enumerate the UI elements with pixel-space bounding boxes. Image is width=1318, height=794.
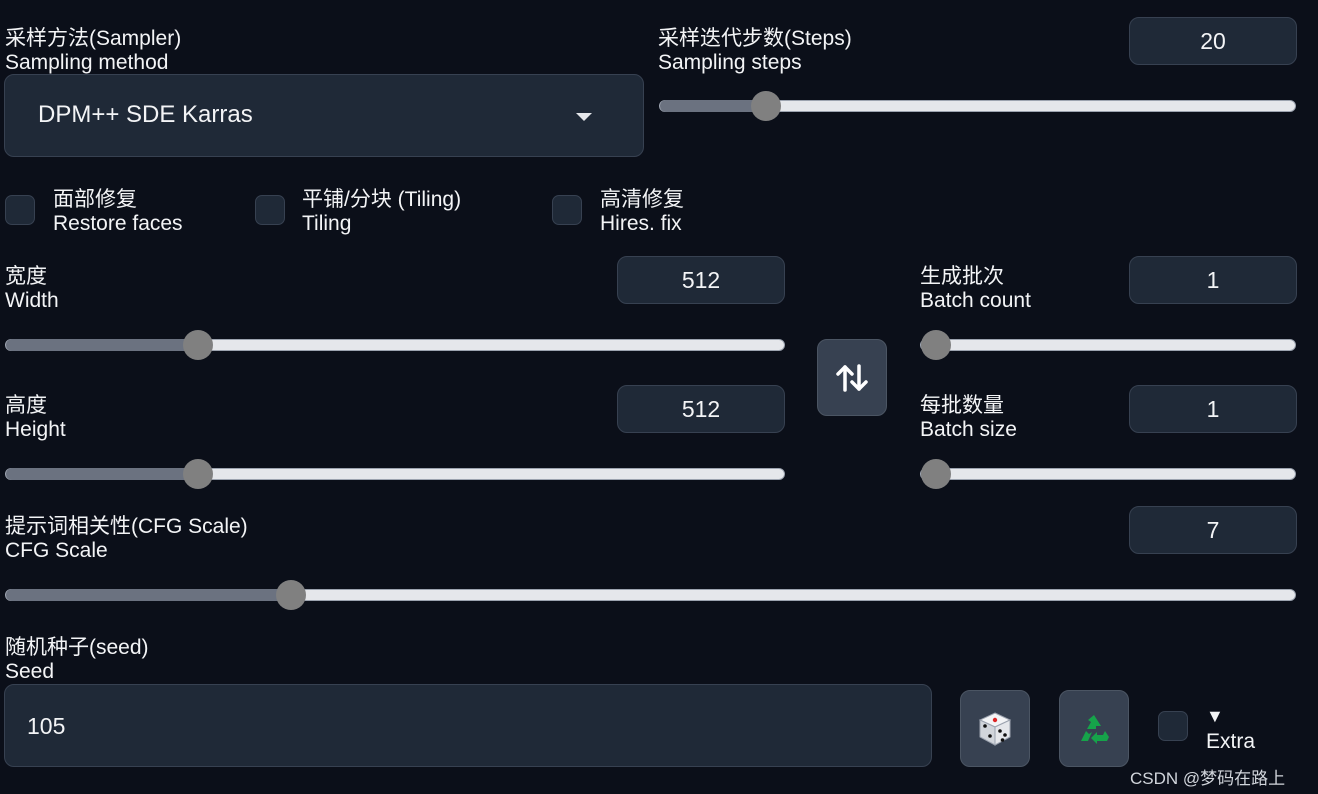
chevron-down-icon bbox=[576, 113, 592, 121]
batch-count-label-zh: 生成批次 bbox=[920, 265, 1004, 288]
hires-fix-label-zh: 高清修复 bbox=[600, 188, 684, 211]
swap-dimensions-button[interactable] bbox=[817, 339, 887, 416]
width-label-en: Width bbox=[5, 289, 59, 312]
seed-label-en: Seed bbox=[5, 660, 55, 683]
steps-slider[interactable] bbox=[659, 91, 1296, 121]
seed-input[interactable]: 105 bbox=[4, 684, 932, 767]
hires-fix-checkbox[interactable] bbox=[552, 195, 582, 225]
swap-arrows-icon bbox=[836, 363, 868, 392]
width-slider[interactable] bbox=[5, 330, 785, 360]
random-seed-button[interactable] bbox=[960, 690, 1030, 767]
width-slider-thumb[interactable] bbox=[183, 330, 213, 360]
cfg-slider-fill bbox=[6, 589, 291, 601]
restore-faces-label-en: Restore faces bbox=[53, 212, 183, 235]
dice-icon bbox=[978, 711, 1012, 746]
height-slider[interactable] bbox=[5, 459, 785, 489]
width-slider-fill bbox=[6, 339, 198, 351]
height-slider-thumb[interactable] bbox=[183, 459, 213, 489]
seed-value: 105 bbox=[27, 713, 66, 739]
extra-checkbox[interactable] bbox=[1158, 711, 1188, 741]
tiling-label-zh: 平铺/分块 (Tiling) bbox=[302, 188, 462, 211]
batch-size-label-zh: 每批数量 bbox=[920, 394, 1004, 417]
restore-faces-label-zh: 面部修复 bbox=[53, 188, 137, 211]
steps-label-en: Sampling steps bbox=[658, 51, 802, 74]
cfg-label-zh: 提示词相关性(CFG Scale) bbox=[5, 515, 248, 538]
tiling-label-en: Tiling bbox=[302, 212, 352, 235]
cfg-number-input[interactable]: 7 bbox=[1129, 506, 1297, 554]
reuse-seed-button[interactable] bbox=[1059, 690, 1129, 767]
height-number-input[interactable]: 512 bbox=[617, 385, 785, 433]
batch-count-label-en: Batch count bbox=[920, 289, 1031, 312]
extra-arrow-icon[interactable]: ▼ bbox=[1206, 706, 1224, 727]
steps-label-zh: 采样迭代步数(Steps) bbox=[658, 27, 852, 50]
batch-size-slider-thumb[interactable] bbox=[921, 459, 951, 489]
batch-count-slider[interactable] bbox=[920, 330, 1296, 360]
restore-faces-checkbox[interactable] bbox=[5, 195, 35, 225]
watermark: CSDN @梦码在路上 bbox=[1130, 769, 1286, 788]
batch-size-number-input[interactable]: 1 bbox=[1129, 385, 1297, 433]
seed-label-zh: 随机种子(seed) bbox=[5, 636, 149, 659]
tiling-checkbox[interactable] bbox=[255, 195, 285, 225]
height-label-en: Height bbox=[5, 418, 66, 441]
batch-size-label-en: Batch size bbox=[920, 418, 1017, 441]
extra-label[interactable]: Extra bbox=[1206, 730, 1255, 754]
batch-count-number-input[interactable]: 1 bbox=[1129, 256, 1297, 304]
height-label-zh: 高度 bbox=[5, 394, 47, 417]
steps-slider-thumb[interactable] bbox=[751, 91, 782, 121]
batch-count-slider-thumb[interactable] bbox=[921, 330, 951, 360]
sampler-selected-value: DPM++ SDE Karras bbox=[38, 101, 253, 128]
recycle-icon bbox=[1081, 714, 1109, 744]
steps-number-input[interactable]: 20 bbox=[1129, 17, 1297, 65]
width-number-input[interactable]: 512 bbox=[617, 256, 785, 304]
height-slider-fill bbox=[6, 468, 198, 480]
width-label-zh: 宽度 bbox=[5, 265, 47, 288]
cfg-slider-thumb[interactable] bbox=[275, 580, 306, 610]
cfg-label-en: CFG Scale bbox=[5, 539, 108, 562]
batch-size-slider[interactable] bbox=[920, 459, 1296, 489]
hires-fix-label-en: Hires. fix bbox=[600, 212, 682, 235]
cfg-slider[interactable] bbox=[5, 580, 1296, 610]
sampler-dropdown[interactable]: DPM++ SDE Karras bbox=[4, 74, 644, 157]
sampler-label-zh: 采样方法(Sampler) bbox=[5, 27, 182, 50]
sampler-label-en: Sampling method bbox=[5, 51, 169, 74]
